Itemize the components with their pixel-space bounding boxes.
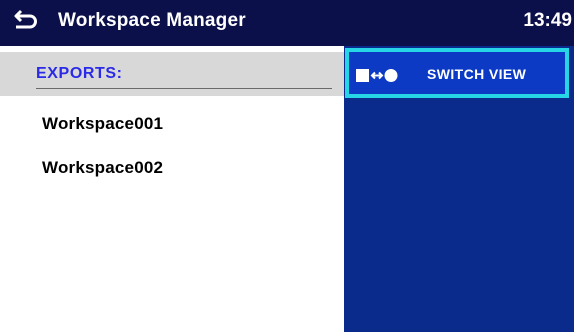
switch-view-icon xyxy=(356,69,398,82)
options-panel: SWITCH VIEW xyxy=(344,46,574,332)
title-bar: Workspace Manager 13:49 xyxy=(0,0,574,46)
section-label: EXPORTS: xyxy=(36,65,123,82)
exports-list-pane: EXPORTS: Workspace001 Workspace002 xyxy=(0,46,344,332)
switch-view-label: SWITCH VIEW xyxy=(427,66,527,82)
list-item-workspace002[interactable]: Workspace002 xyxy=(42,158,163,178)
page-title: Workspace Manager xyxy=(58,10,246,31)
clock: 13:49 xyxy=(523,10,572,31)
list-item-workspace001[interactable]: Workspace001 xyxy=(42,114,163,134)
back-arrow-icon[interactable] xyxy=(12,8,42,34)
section-header: EXPORTS: xyxy=(0,52,344,96)
section-divider xyxy=(36,88,332,89)
switch-view-button[interactable]: SWITCH VIEW xyxy=(345,48,569,98)
